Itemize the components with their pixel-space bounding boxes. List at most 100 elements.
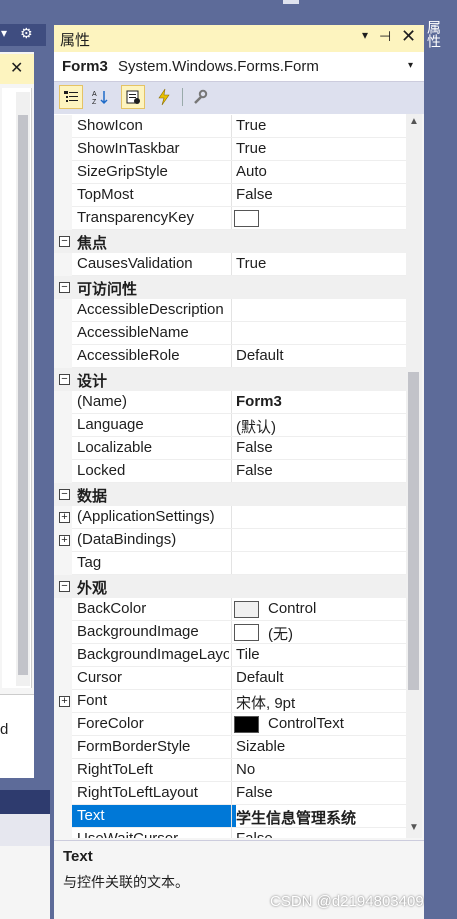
property-value[interactable]: False bbox=[236, 186, 273, 203]
pin-icon[interactable]: ⊣ bbox=[379, 28, 391, 45]
expand-icon[interactable]: + bbox=[59, 696, 70, 707]
left-dark-strip bbox=[0, 790, 50, 814]
left-scrollbar-thumb[interactable] bbox=[18, 115, 28, 675]
property-row[interactable]: BackgroundImage (无) bbox=[54, 621, 406, 644]
property-value[interactable]: Control bbox=[268, 600, 316, 617]
property-name: Locked bbox=[77, 462, 126, 479]
property-row[interactable]: TransparencyKey bbox=[54, 207, 406, 230]
property-row[interactable]: ShowInTaskbar True bbox=[54, 138, 406, 161]
property-row[interactable]: RightToLeft No bbox=[54, 759, 406, 782]
category-row[interactable]: − 外观 bbox=[54, 575, 406, 598]
properties-icon[interactable] bbox=[121, 85, 145, 109]
property-row[interactable]: BackColor Control bbox=[54, 598, 406, 621]
toolbar-separator bbox=[182, 88, 183, 106]
scrollbar-thumb[interactable] bbox=[408, 372, 419, 690]
property-value[interactable]: Auto bbox=[236, 163, 267, 180]
column-separator bbox=[231, 690, 232, 713]
property-name: Language bbox=[77, 416, 144, 433]
property-value[interactable]: True bbox=[236, 140, 266, 157]
property-name: AccessibleName bbox=[77, 324, 189, 341]
property-row[interactable]: FormBorderStyle Sizable bbox=[54, 736, 406, 759]
property-value[interactable]: (默认) bbox=[236, 416, 276, 437]
side-tab-properties[interactable]: 属性 bbox=[426, 20, 444, 60]
property-name: SizeGripStyle bbox=[77, 163, 168, 180]
row-gutter bbox=[54, 713, 72, 736]
column-separator bbox=[231, 184, 232, 207]
property-value[interactable]: Default bbox=[236, 669, 284, 686]
property-value[interactable]: 学生信息管理系统 bbox=[236, 807, 356, 828]
property-row[interactable]: Localizable False bbox=[54, 437, 406, 460]
expand-icon[interactable]: + bbox=[59, 535, 70, 546]
property-row[interactable]: AccessibleDescription bbox=[54, 299, 406, 322]
property-row[interactable]: Locked False bbox=[54, 460, 406, 483]
property-row[interactable]: Tag bbox=[54, 552, 406, 575]
property-value[interactable]: Tile bbox=[236, 646, 260, 663]
events-lightning-icon[interactable] bbox=[152, 85, 176, 109]
category-row[interactable]: − 设计 bbox=[54, 368, 406, 391]
property-row[interactable]: Text 学生信息管理系统 bbox=[54, 805, 406, 828]
close-icon[interactable]: ✕ bbox=[401, 26, 416, 47]
column-separator bbox=[231, 322, 232, 345]
gear-icon[interactable]: ⚙ bbox=[20, 25, 33, 42]
property-value[interactable]: 宋体, 9pt bbox=[236, 692, 295, 713]
property-value[interactable]: ControlText bbox=[268, 715, 344, 732]
property-row[interactable]: CausesValidation True bbox=[54, 253, 406, 276]
close-icon[interactable]: ✕ bbox=[10, 58, 23, 78]
property-value[interactable]: True bbox=[236, 255, 266, 272]
property-row[interactable]: + (DataBindings) bbox=[54, 529, 406, 552]
category-label: 可访问性 bbox=[77, 281, 138, 298]
property-row[interactable]: Language (默认) bbox=[54, 414, 406, 437]
column-separator bbox=[231, 529, 232, 552]
categorized-icon[interactable] bbox=[59, 85, 83, 109]
property-value[interactable]: No bbox=[236, 761, 255, 778]
property-row[interactable]: Cursor Default bbox=[54, 667, 406, 690]
properties-title-bar[interactable] bbox=[54, 25, 424, 52]
property-row[interactable]: UseWaitCursor False bbox=[54, 828, 406, 838]
column-separator bbox=[231, 253, 232, 276]
collapse-icon[interactable]: − bbox=[59, 236, 70, 247]
row-gutter bbox=[54, 828, 72, 838]
color-swatch bbox=[234, 624, 259, 641]
property-value[interactable]: False bbox=[236, 439, 273, 456]
property-value[interactable]: False bbox=[236, 462, 273, 479]
property-value[interactable]: Default bbox=[236, 347, 284, 364]
row-gutter bbox=[54, 782, 72, 805]
property-row[interactable]: + Font 宋体, 9pt bbox=[54, 690, 406, 713]
chevron-down-icon[interactable]: ▾ bbox=[1, 26, 7, 40]
property-name: ShowInTaskbar bbox=[77, 140, 180, 157]
window-options-icon[interactable]: ▾ bbox=[362, 28, 368, 42]
property-value[interactable]: Sizable bbox=[236, 738, 285, 755]
property-row[interactable]: ShowIcon True bbox=[54, 115, 406, 138]
scroll-up-icon[interactable]: ▲ bbox=[406, 116, 422, 127]
property-row[interactable]: AccessibleRole Default bbox=[54, 345, 406, 368]
property-row[interactable]: SizeGripStyle Auto bbox=[54, 161, 406, 184]
alphabetical-icon[interactable]: AZ bbox=[88, 85, 112, 109]
collapse-icon[interactable]: − bbox=[59, 282, 70, 293]
category-row[interactable]: − 数据 bbox=[54, 483, 406, 506]
property-pages-wrench-icon[interactable] bbox=[188, 85, 212, 109]
property-row[interactable]: (Name) Form3 bbox=[54, 391, 406, 414]
collapse-icon[interactable]: − bbox=[59, 581, 70, 592]
property-row[interactable]: ForeColor ControlText bbox=[54, 713, 406, 736]
expand-icon[interactable]: + bbox=[59, 512, 70, 523]
property-row[interactable]: AccessibleName bbox=[54, 322, 406, 345]
property-value[interactable]: Form3 bbox=[236, 393, 282, 410]
collapse-icon[interactable]: − bbox=[59, 489, 70, 500]
object-selector-arrow-icon[interactable]: ▾ bbox=[408, 60, 413, 71]
property-row[interactable]: TopMost False bbox=[54, 184, 406, 207]
collapse-icon[interactable]: − bbox=[59, 374, 70, 385]
property-value[interactable]: True bbox=[236, 117, 266, 134]
category-row[interactable]: − 可访问性 bbox=[54, 276, 406, 299]
property-row[interactable]: BackgroundImageLayout Tile bbox=[54, 644, 406, 667]
column-separator bbox=[231, 391, 232, 414]
property-value[interactable]: False bbox=[236, 784, 273, 801]
property-value[interactable]: False bbox=[236, 830, 273, 838]
row-gutter bbox=[54, 805, 72, 828]
property-row[interactable]: + (ApplicationSettings) bbox=[54, 506, 406, 529]
property-name: (DataBindings) bbox=[77, 531, 177, 548]
scroll-down-icon[interactable]: ▼ bbox=[406, 822, 422, 833]
category-row[interactable]: − 焦点 bbox=[54, 230, 406, 253]
property-value[interactable]: (无) bbox=[268, 623, 293, 644]
property-row[interactable]: RightToLeftLayout False bbox=[54, 782, 406, 805]
column-separator bbox=[231, 552, 232, 575]
